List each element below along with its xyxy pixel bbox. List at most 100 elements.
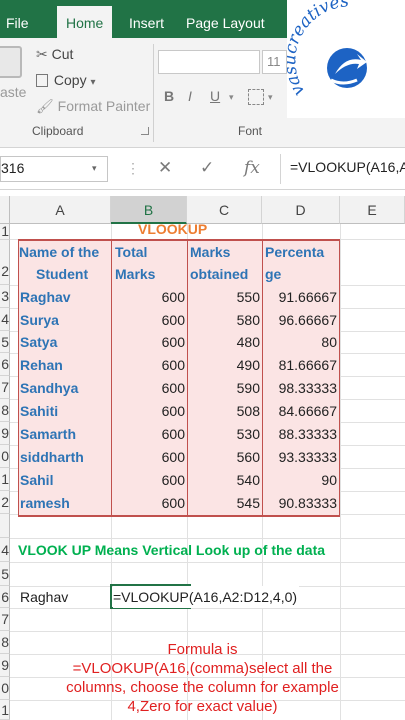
- font-size-field[interactable]: 11: [262, 50, 287, 74]
- cell-percentage[interactable]: 90: [263, 469, 337, 491]
- row-header[interactable]: 7: [0, 608, 10, 631]
- formula-input[interactable]: =VLOOKUP(A16,A: [290, 159, 405, 175]
- row-header[interactable]: 7: [0, 376, 10, 399]
- header-total-line1[interactable]: Total: [115, 241, 147, 263]
- row-header[interactable]: 6: [0, 353, 10, 376]
- cell-total[interactable]: 600: [112, 492, 185, 514]
- cancel-icon[interactable]: ✕: [158, 158, 172, 178]
- logo: vasucreatives: [280, 0, 405, 118]
- cell-name[interactable]: Sahil: [20, 469, 53, 491]
- copy-button[interactable]: Copy ▾: [36, 72, 96, 88]
- cell-obtained[interactable]: 508: [188, 400, 260, 422]
- cell-percentage[interactable]: 91.66667: [263, 286, 337, 308]
- cell-obtained[interactable]: 540: [188, 469, 260, 491]
- cell-percentage[interactable]: 98.33333: [263, 377, 337, 399]
- cell-name[interactable]: ramesh: [20, 492, 70, 514]
- enter-icon[interactable]: ✓: [200, 158, 214, 178]
- tab-file[interactable]: File: [6, 0, 29, 38]
- cell-percentage[interactable]: 80: [263, 331, 337, 353]
- header-total-line2[interactable]: Marks: [115, 263, 155, 285]
- header-marks-line2[interactable]: obtained: [190, 263, 248, 285]
- font-name-field[interactable]: [158, 50, 260, 74]
- column-header-a[interactable]: A: [10, 196, 111, 224]
- cell-name[interactable]: Sandhya: [20, 377, 78, 399]
- underline-button[interactable]: U: [210, 88, 220, 104]
- cell-percentage[interactable]: 88.33333: [263, 423, 337, 445]
- cell-obtained[interactable]: 490: [188, 354, 260, 376]
- bold-button[interactable]: B: [164, 88, 174, 104]
- cell-percentage[interactable]: 84.66667: [263, 400, 337, 422]
- column-header-e[interactable]: E: [340, 196, 405, 224]
- tab-page-layout[interactable]: Page Layout: [186, 0, 265, 38]
- cell-obtained[interactable]: 530: [188, 423, 260, 445]
- cell-name[interactable]: Samarth: [20, 423, 76, 445]
- row-header[interactable]: 4: [0, 308, 10, 331]
- header-percent-line2[interactable]: ge: [265, 263, 281, 285]
- lookup-value-cell[interactable]: Raghav: [20, 586, 68, 608]
- cell-total[interactable]: 600: [112, 423, 185, 445]
- row-header[interactable]: 9: [0, 422, 10, 445]
- row-header[interactable]: 2: [0, 240, 10, 285]
- note-cell[interactable]: VLOOK UP Means Vertical Look up of the d…: [18, 539, 325, 561]
- cell-obtained[interactable]: 560: [188, 446, 260, 468]
- header-marks-line1[interactable]: Marks: [190, 241, 230, 263]
- cell-obtained[interactable]: 580: [188, 309, 260, 331]
- borders-icon[interactable]: [248, 89, 264, 105]
- header-name-line1[interactable]: Name of the: [19, 241, 99, 263]
- cell-name[interactable]: Satya: [20, 331, 57, 353]
- cell-obtained[interactable]: 550: [188, 286, 260, 308]
- sheet-title[interactable]: VLOOKUP: [138, 218, 207, 240]
- cut-button[interactable]: ✂ Cut: [36, 46, 73, 63]
- cell-total[interactable]: 600: [112, 331, 185, 353]
- cell-name[interactable]: Surya: [20, 309, 59, 331]
- paste-icon[interactable]: [0, 46, 22, 78]
- cell-total[interactable]: 600: [112, 377, 185, 399]
- cell-name[interactable]: siddharth: [20, 446, 84, 468]
- cell-obtained[interactable]: 590: [188, 377, 260, 399]
- column-header-d[interactable]: D: [262, 196, 340, 224]
- row-header[interactable]: 3: [0, 285, 10, 308]
- cell-total[interactable]: 600: [112, 354, 185, 376]
- italic-button[interactable]: I: [188, 88, 192, 104]
- cell-percentage[interactable]: 81.66667: [263, 354, 337, 376]
- cell-total[interactable]: 600: [112, 469, 185, 491]
- row-header[interactable]: 4: [0, 538, 10, 562]
- select-all-corner[interactable]: [0, 196, 10, 224]
- row-header[interactable]: 2: [0, 491, 10, 514]
- header-name-line2[interactable]: Student: [36, 263, 88, 285]
- cell-total[interactable]: 600: [112, 286, 185, 308]
- function-icon[interactable]: fx: [244, 158, 260, 178]
- row-header[interactable]: 0: [0, 445, 10, 468]
- header-percent-line1[interactable]: Percenta: [265, 241, 324, 263]
- tab-insert[interactable]: Insert: [129, 0, 164, 38]
- cell-percentage[interactable]: 90.83333: [263, 492, 337, 514]
- paste-button-label[interactable]: aste: [0, 84, 26, 100]
- row-header[interactable]: 6: [0, 586, 10, 608]
- chevron-down-icon[interactable]: ▾: [92, 163, 97, 174]
- dialog-launcher-icon[interactable]: [141, 127, 149, 135]
- row-header[interactable]: 5: [0, 562, 10, 586]
- row-header[interactable]: 8: [0, 399, 10, 422]
- lookup-formula-cell[interactable]: =VLOOKUP(A16,A2:D12,4,0): [113, 586, 300, 608]
- cell-obtained[interactable]: 545: [188, 492, 260, 514]
- cell-percentage[interactable]: 96.66667: [263, 309, 337, 331]
- chevron-down-icon[interactable]: ▾: [268, 92, 273, 103]
- cell-total[interactable]: 600: [112, 309, 185, 331]
- cell-total[interactable]: 600: [112, 446, 185, 468]
- cell-name[interactable]: Sahiti: [20, 400, 58, 422]
- row-header[interactable]: [0, 514, 10, 538]
- cell-obtained[interactable]: 480: [188, 331, 260, 353]
- format-painter-button[interactable]: 🖌 Format Painter: [36, 98, 150, 115]
- font-group-label: Font: [238, 124, 263, 138]
- worksheet-grid[interactable]: A B C D E 1 2 3 4 5 6 7 8 9 0 1 2 4 5 6 …: [0, 190, 405, 720]
- row-header[interactable]: 1: [0, 224, 10, 240]
- cell-percentage[interactable]: 93.33333: [263, 446, 337, 468]
- chevron-down-icon[interactable]: ▾: [229, 92, 234, 103]
- row-header[interactable]: 1: [0, 468, 10, 491]
- cell-name[interactable]: Raghav: [20, 286, 71, 308]
- cell-total[interactable]: 600: [112, 400, 185, 422]
- row-header[interactable]: 5: [0, 331, 10, 353]
- drag-dots-icon[interactable]: ⋮: [126, 160, 140, 177]
- tab-home[interactable]: Home: [57, 6, 113, 38]
- cell-name[interactable]: Rehan: [20, 354, 63, 376]
